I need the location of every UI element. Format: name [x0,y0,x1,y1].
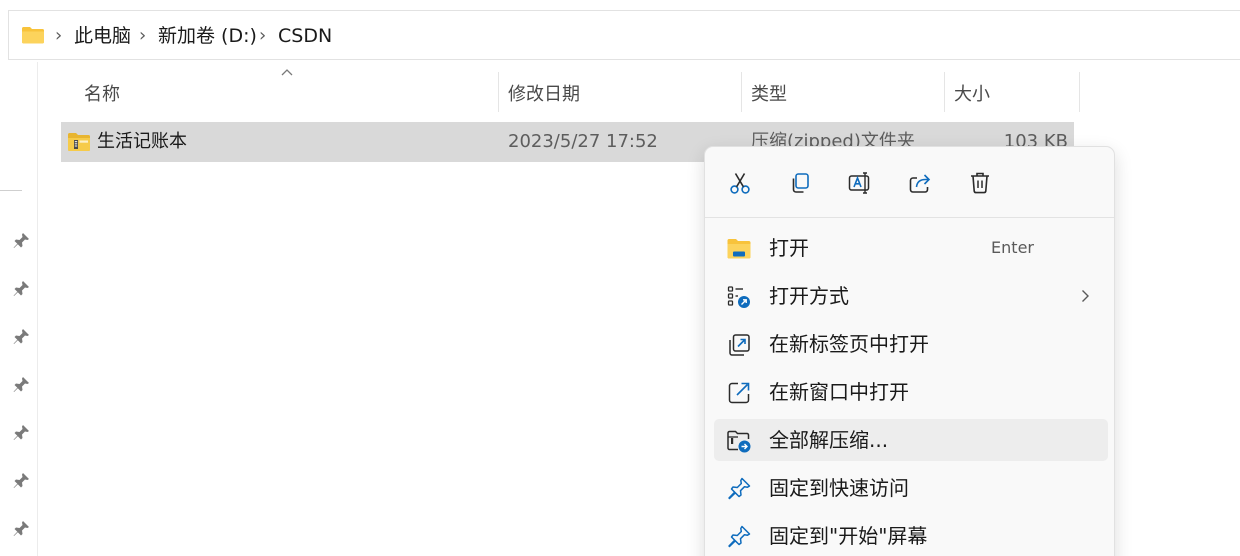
menu-item-label: 打开方式 [769,284,849,308]
chevron-right-icon [1082,290,1089,302]
column-header-date-modified[interactable]: 修改日期 [508,72,580,114]
rename-button[interactable] [842,165,878,201]
delete-button[interactable] [962,165,998,201]
menu-item-label: 在新标签页中打开 [769,332,929,356]
cut-button[interactable] [722,165,758,201]
menu-item-label: 固定到"开始"屏幕 [769,524,928,548]
share-button[interactable] [902,165,938,201]
context-menu[interactable]: 打开 Enter 打开方式 在新标签页中打开 在新窗口中打开 全部解压缩... … [704,146,1115,556]
menu-item-shortcut: Enter [991,238,1034,257]
breadcrumb-drive-d[interactable]: 新加卷 (D:) [158,24,257,48]
scissors-icon [730,173,750,194]
pin-icon[interactable] [12,280,30,298]
extract-all-icon [727,430,751,453]
breadcrumb-this-pc[interactable]: 此电脑 [74,24,131,48]
pin-icon[interactable] [12,232,30,250]
pin-icon [728,477,751,500]
column-divider[interactable] [944,72,945,112]
pin-icon[interactable] [12,328,30,346]
pin-icon[interactable] [12,472,30,490]
pin-icon [728,525,751,548]
breadcrumb-separator: › [55,25,63,46]
menu-item-open-with[interactable]: 打开方式 [714,275,1108,317]
rename-icon [848,172,870,194]
column-header-type[interactable]: 类型 [751,72,787,114]
pin-icon[interactable] [12,424,30,442]
breadcrumb-separator[interactable]: › [139,24,146,48]
file-name[interactable]: 生活记账本 [97,122,187,162]
menu-item-label: 打开 [769,236,809,260]
breadcrumb-separator[interactable]: › [259,24,266,48]
trash-icon [971,172,989,194]
address-bar[interactable]: › 此电脑 › 新加卷 (D:) › CSDN [8,10,1240,60]
column-header-name[interactable]: 名称 [84,72,120,114]
column-header-size[interactable]: 大小 [954,72,990,114]
new-tab-icon [729,334,750,356]
pin-icon[interactable] [12,520,30,538]
menu-separator [705,217,1114,218]
copy-icon [792,173,809,193]
folder-open-icon [727,239,751,259]
pin-icon[interactable] [12,376,30,394]
menu-item-open[interactable]: 打开 Enter [714,227,1108,269]
menu-item-pin-to-quick-access[interactable]: 固定到快速访问 [714,467,1108,509]
menu-item-pin-to-start[interactable]: 固定到"开始"屏幕 [714,515,1108,556]
menu-item-open-in-new-tab[interactable]: 在新标签页中打开 [714,323,1108,365]
zip-folder-icon [68,133,90,151]
breadcrumb-csdn[interactable]: CSDN [278,24,332,48]
sort-ascending-icon [281,69,293,76]
share-icon [909,174,931,193]
menu-item-label: 在新窗口中打开 [769,380,909,404]
menu-item-open-in-new-window[interactable]: 在新窗口中打开 [714,371,1108,413]
navigation-pane[interactable] [0,62,38,556]
new-window-icon [728,382,750,404]
folder-icon [22,27,44,44]
menu-item-label: 全部解压缩... [769,428,889,452]
file-date-modified: 2023/5/27 17:52 [508,131,658,152]
menu-item-label: 固定到快速访问 [769,476,909,500]
column-divider[interactable] [498,72,499,112]
column-divider[interactable] [1079,72,1080,112]
nav-divider [0,190,22,191]
menu-item-extract-all[interactable]: 全部解压缩... [714,419,1108,461]
file-explorer-window: › 此电脑 › 新加卷 (D:) › CSDN 名称 修改日期 类型 大小 生活… [0,0,1240,556]
open-with-icon [727,286,750,308]
copy-button[interactable] [782,165,818,201]
column-divider[interactable] [741,72,742,112]
